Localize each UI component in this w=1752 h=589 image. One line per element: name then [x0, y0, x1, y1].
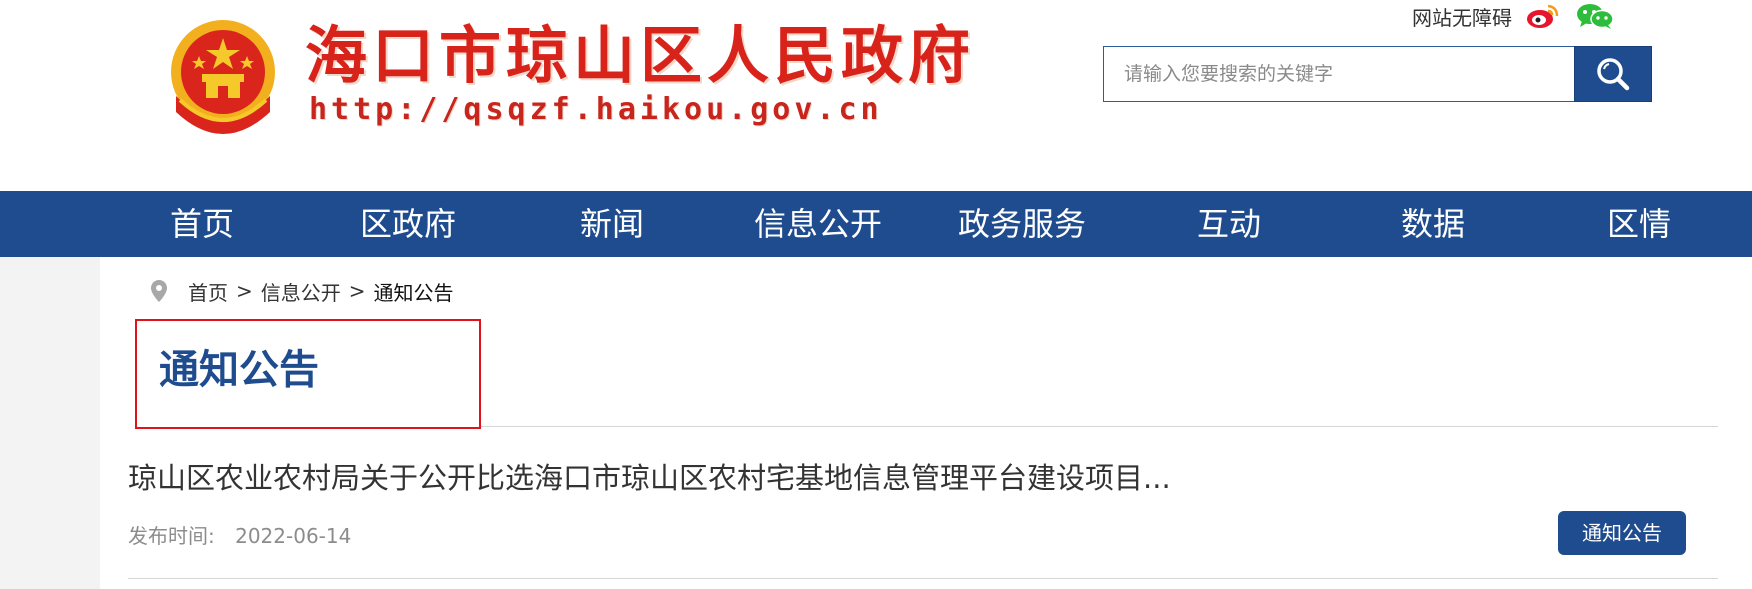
category-badge[interactable]: 通知公告 [1558, 511, 1686, 555]
publish-date-label: 发布时间: [128, 524, 215, 548]
location-pin-icon [151, 280, 167, 302]
search-button[interactable] [1574, 46, 1652, 102]
nav-item-government-services[interactable]: 政务服务 [948, 191, 1096, 257]
breadcrumb-separator: > [348, 279, 366, 303]
nav-item-home[interactable]: 首页 [150, 191, 254, 257]
search-input[interactable] [1103, 46, 1574, 102]
site-header: 海口市琼山区人民政府 http://qsqzf.haikou.gov.cn 网站… [0, 0, 1752, 191]
site-title: 海口市琼山区人民政府 [305, 19, 976, 92]
national-emblem-icon [171, 20, 275, 134]
nav-item-information-disclosure[interactable]: 信息公开 [744, 191, 892, 257]
section-title: 通知公告 [159, 347, 319, 393]
article-title-link[interactable]: 琼山区农业农村局关于公开比选海口市琼山区农村宅基地信息管理平台建设项目... [128, 455, 1171, 497]
article-meta: 发布时间: 2022-06-14 [128, 520, 351, 549]
publish-date: 2022-06-14 [235, 524, 352, 548]
nav-item-interaction[interactable]: 互动 [1177, 191, 1281, 257]
breadcrumb-separator: > [236, 279, 253, 303]
search-box [1103, 46, 1652, 102]
breadcrumb: 首页 > 信息公开 > 通知公告 [150, 275, 454, 307]
main-nav: 首页 区政府 新闻 信息公开 政务服务 互动 数据 区情 [0, 191, 1752, 257]
nav-item-district-profile[interactable]: 区情 [1587, 191, 1691, 257]
search-icon [1597, 58, 1630, 91]
nav-item-district-government[interactable]: 区政府 [350, 191, 466, 257]
site-url: http://qsqzf.haikou.gov.cn [309, 92, 883, 127]
accessibility-link[interactable]: 网站无障碍 [1412, 2, 1512, 31]
divider [481, 426, 1718, 427]
wechat-icon[interactable] [1576, 2, 1614, 30]
nav-item-news[interactable]: 新闻 [560, 191, 664, 257]
breadcrumb-item-information-disclosure[interactable]: 信息公开 [261, 277, 341, 306]
nav-item-data[interactable]: 数据 [1381, 191, 1485, 257]
weibo-icon[interactable] [1526, 2, 1560, 30]
section-title-box: 通知公告 [135, 319, 481, 429]
breadcrumb-item-current[interactable]: 通知公告 [374, 277, 454, 306]
divider [128, 578, 1718, 579]
top-links: 网站无障碍 [1412, 2, 1614, 30]
side-background [0, 257, 100, 589]
breadcrumb-item-home[interactable]: 首页 [188, 277, 228, 306]
